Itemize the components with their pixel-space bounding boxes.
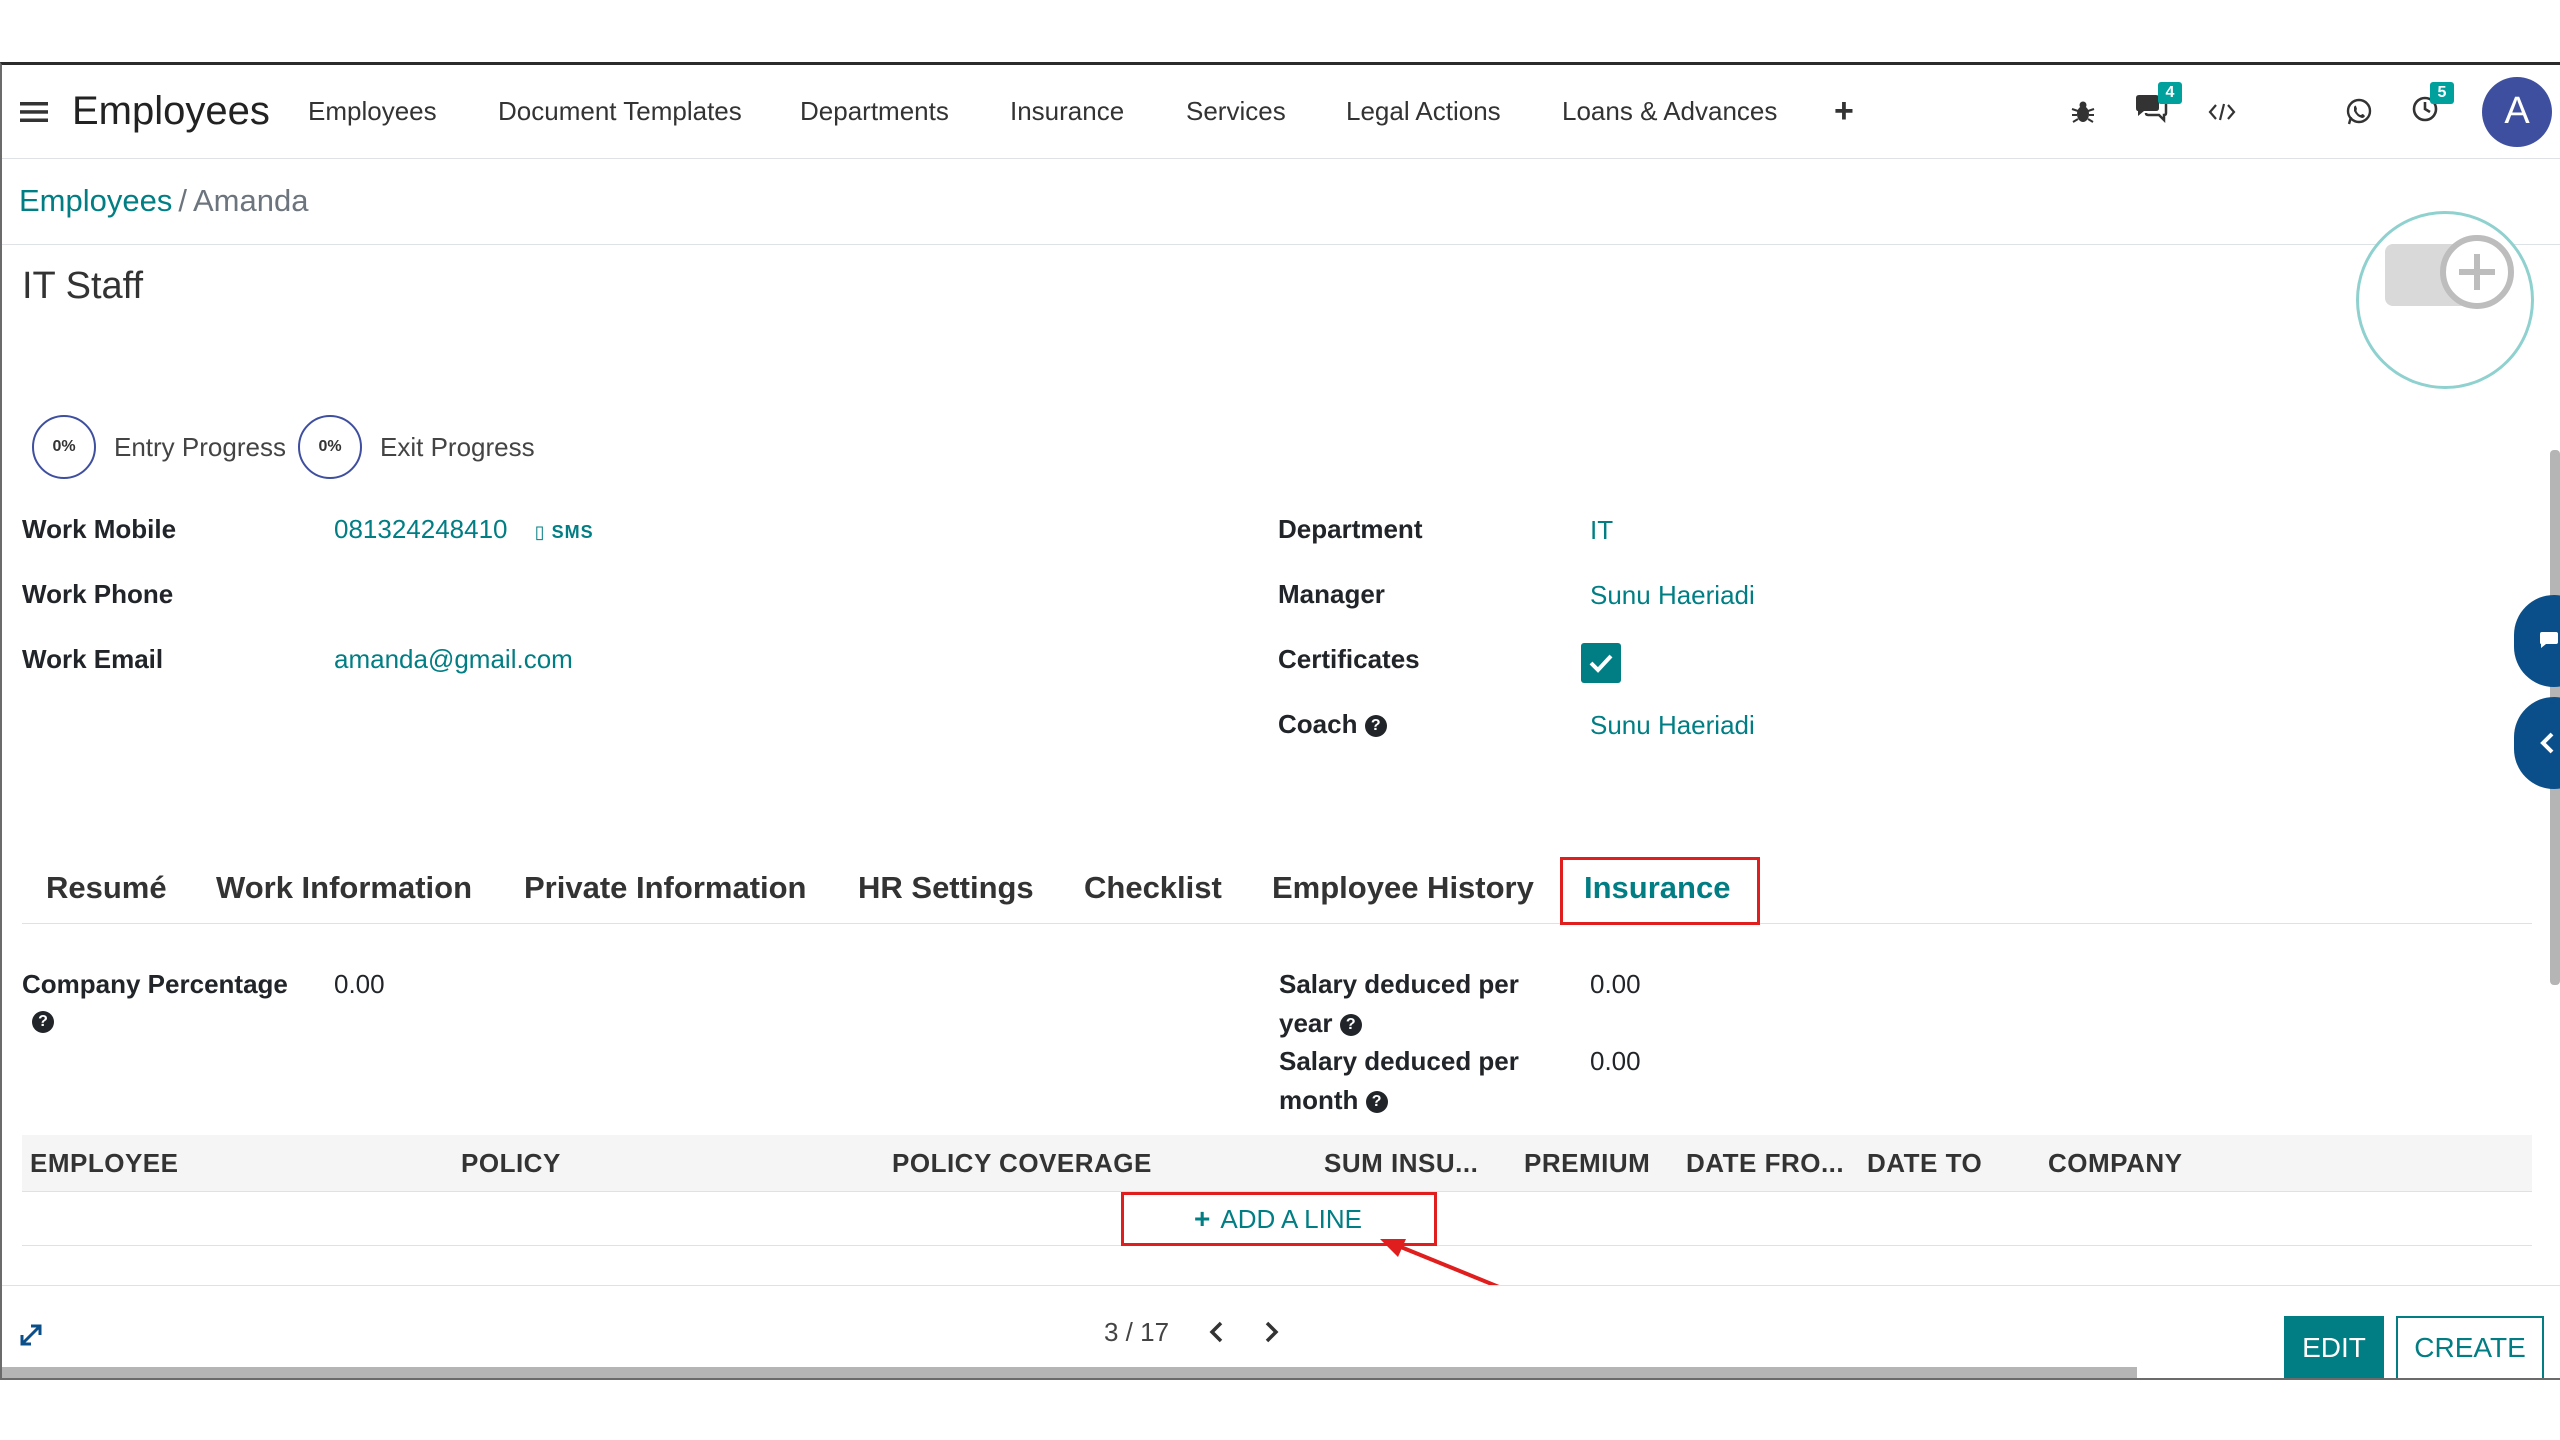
breadcrumb-employees-link[interactable]: Employees — [19, 183, 172, 219]
menu-departments[interactable]: Departments — [800, 65, 949, 158]
pager-next-icon[interactable] — [1263, 1320, 1281, 1344]
chat-icon[interactable]: 4 — [2134, 65, 2182, 158]
certificates-label: Certificates — [1278, 644, 1420, 674]
menu-employees[interactable]: Employees — [308, 65, 437, 158]
checkmark-icon — [1589, 654, 1613, 673]
tab-resume[interactable]: Resumé — [46, 855, 167, 921]
column-employee[interactable]: EMPLOYEE — [30, 1135, 178, 1191]
column-sum-insured[interactable]: SUM INSU... — [1324, 1135, 1478, 1191]
tab-private-information[interactable]: Private Information — [524, 855, 807, 921]
debug-bug-icon[interactable] — [2070, 65, 2096, 158]
column-date-to[interactable]: DATE TO — [1867, 1135, 1982, 1191]
user-avatar[interactable]: A — [2482, 65, 2552, 158]
app-title[interactable]: Employees — [72, 65, 270, 158]
salary-month-help-icon[interactable]: ? — [1365, 1091, 1388, 1114]
coach-value[interactable]: Sunu Haeriadi — [1590, 710, 1755, 741]
activity-clock-icon[interactable]: 5 — [2410, 65, 2454, 158]
exit-progress[interactable]: 0% Exit Progress — [298, 415, 535, 479]
menu-insurance[interactable]: Insurance — [1010, 65, 1124, 158]
developer-code-icon[interactable] — [2208, 65, 2236, 158]
salary-year-label-line2: year ? — [1279, 1008, 1362, 1039]
tab-checklist[interactable]: Checklist — [1084, 855, 1222, 921]
column-policy[interactable]: POLICY — [461, 1135, 561, 1191]
chevron-left-icon — [2540, 732, 2554, 754]
salary-month-value: 0.00 — [1590, 1046, 1641, 1076]
side-chat-button[interactable] — [2514, 595, 2560, 687]
tab-employee-history[interactable]: Employee History — [1272, 855, 1534, 921]
company-percentage-label: Company Percentage — [22, 969, 288, 999]
column-policy-coverage[interactable]: POLICY COVERAGE — [892, 1135, 1152, 1191]
coach-help-icon[interactable]: ? — [1364, 715, 1387, 738]
exit-progress-label: Exit Progress — [380, 431, 535, 462]
work-mobile-field[interactable]: 081324248410 ▯ SMS — [334, 514, 594, 545]
whatsapp-icon[interactable] — [2344, 65, 2374, 158]
job-title: IT Staff — [22, 265, 144, 307]
pager: 3 / 17 — [1104, 1286, 1281, 1378]
sms-button[interactable]: ▯ SMS — [535, 522, 594, 542]
certificates-checkbox[interactable] — [1581, 643, 1621, 683]
form-footer: 3 / 17 EDIT CREATE — [2, 1285, 2560, 1378]
chat-bubble-icon — [2540, 632, 2558, 648]
camera-plus-icon — [2385, 235, 2514, 309]
salary-month-label-line1: Salary deduced per — [1279, 1046, 1519, 1076]
work-email-label: Work Email — [22, 644, 164, 674]
activity-badge: 5 — [2430, 82, 2454, 104]
coach-label-text: Coach — [1278, 709, 1358, 739]
column-premium[interactable]: PREMIUM — [1524, 1135, 1650, 1191]
department-label: Department — [1278, 514, 1423, 544]
employee-photo-placeholder[interactable] — [2356, 211, 2534, 389]
salary-year-label-line1: Salary deduced per — [1279, 969, 1519, 999]
salary-year-label-text: year — [1279, 1008, 1333, 1038]
company-percentage-help-icon[interactable]: ? — [32, 1011, 54, 1033]
work-phone-label: Work Phone — [22, 579, 174, 609]
salary-year-help-icon[interactable]: ? — [1339, 1014, 1362, 1037]
work-email-value[interactable]: amanda@gmail.com — [334, 644, 573, 675]
coach-label: Coach ? — [1278, 709, 1387, 740]
side-collapse-button[interactable] — [2514, 697, 2560, 789]
department-value[interactable]: IT — [1590, 515, 1613, 546]
breadcrumb: Employees / Amanda — [19, 158, 308, 244]
app-window: Employees Employees Document Templates D… — [0, 62, 2560, 1380]
control-panel: Employees / Amanda — [2, 158, 2560, 245]
company-percentage-value[interactable]: 0.00 — [334, 969, 385, 1000]
horizontal-scrollbar[interactable] — [2, 1367, 2137, 1378]
salary-year-value: 0.00 — [1590, 969, 1641, 999]
work-mobile-value[interactable]: 081324248410 — [334, 514, 508, 544]
insurance-table-header: EMPLOYEE POLICY POLICY COVERAGE SUM INSU… — [22, 1135, 2532, 1192]
insurance-tab-highlight — [1560, 857, 1760, 925]
avatar-initial[interactable]: A — [2482, 76, 2552, 147]
pager-value[interactable]: 3 / 17 — [1104, 1317, 1169, 1348]
breadcrumb-separator: / — [178, 183, 187, 218]
create-button[interactable]: CREATE — [2396, 1316, 2544, 1378]
tab-hr-settings[interactable]: HR Settings — [858, 855, 1034, 921]
salary-month-label-line2: month ? — [1279, 1085, 1388, 1116]
menu-document-templates[interactable]: Document Templates — [498, 65, 742, 158]
menu-toggle-icon[interactable] — [20, 65, 48, 158]
manager-value[interactable]: Sunu Haeriadi — [1590, 580, 1755, 611]
tab-work-information[interactable]: Work Information — [216, 855, 472, 921]
salary-month-label-text: month — [1279, 1085, 1359, 1115]
exit-progress-circle: 0% — [298, 415, 362, 479]
menu-services[interactable]: Services — [1186, 65, 1286, 158]
entry-progress-circle: 0% — [32, 415, 96, 479]
notebook-tabs: Resumé Work Information Private Informat… — [22, 855, 2532, 924]
expand-icon[interactable] — [18, 1322, 44, 1353]
work-mobile-label: Work Mobile — [22, 514, 177, 544]
add-menu-icon[interactable]: + — [1834, 65, 1854, 158]
pager-previous-icon[interactable] — [1207, 1320, 1225, 1344]
column-company[interactable]: COMPANY — [2048, 1135, 2182, 1191]
edit-button[interactable]: EDIT — [2284, 1316, 2384, 1378]
column-date-from[interactable]: DATE FRO... — [1686, 1135, 1844, 1191]
breadcrumb-current: Amanda — [192, 183, 309, 218]
manager-label: Manager — [1278, 579, 1385, 609]
menu-loans-advances[interactable]: Loans & Advances — [1562, 65, 1777, 158]
chat-badge: 4 — [2158, 82, 2182, 104]
entry-progress[interactable]: 0% Entry Progress — [32, 415, 286, 479]
sms-label: SMS — [551, 522, 594, 542]
menu-legal-actions[interactable]: Legal Actions — [1346, 65, 1501, 158]
entry-progress-label: Entry Progress — [114, 431, 286, 462]
top-navbar: Employees Employees Document Templates D… — [2, 65, 2560, 159]
